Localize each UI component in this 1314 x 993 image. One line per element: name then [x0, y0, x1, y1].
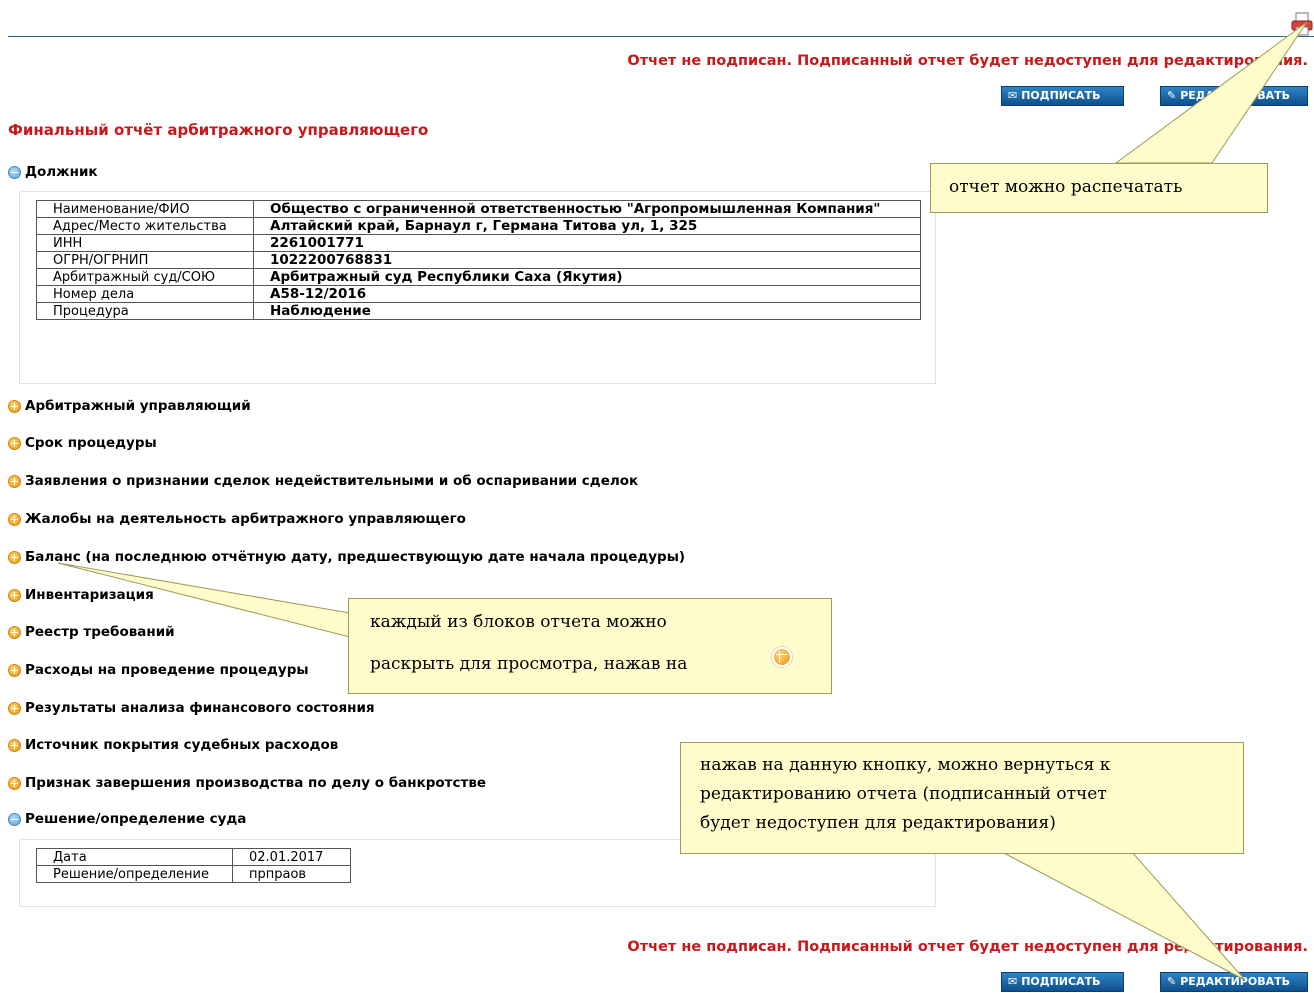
expand-callout-line-2: раскрыть для просмотра, нажав на — [370, 654, 688, 674]
expand-callout-pointer — [57, 562, 351, 638]
edit-callout-line-2: редактированию отчета (подписанный отчет — [700, 784, 1107, 804]
print-callout-pointer — [1114, 21, 1308, 164]
expand-plus-icon — [772, 647, 792, 667]
print-callout: отчет можно распечатать — [930, 163, 1268, 213]
edit-callout-line-3: будет недоступен для редактирования) — [700, 813, 1056, 833]
edit-callout: нажав на данную кнопку, можно вернуться … — [680, 742, 1244, 854]
print-callout-text: отчет можно распечатать — [949, 177, 1183, 197]
expand-callout: каждый из блоков отчета можно раскрыть д… — [348, 598, 832, 694]
expand-callout-line-1: каждый из блоков отчета можно — [370, 612, 667, 632]
edit-callout-pointer — [1001, 851, 1246, 981]
edit-callout-line-1: нажав на данную кнопку, можно вернуться … — [700, 755, 1111, 775]
